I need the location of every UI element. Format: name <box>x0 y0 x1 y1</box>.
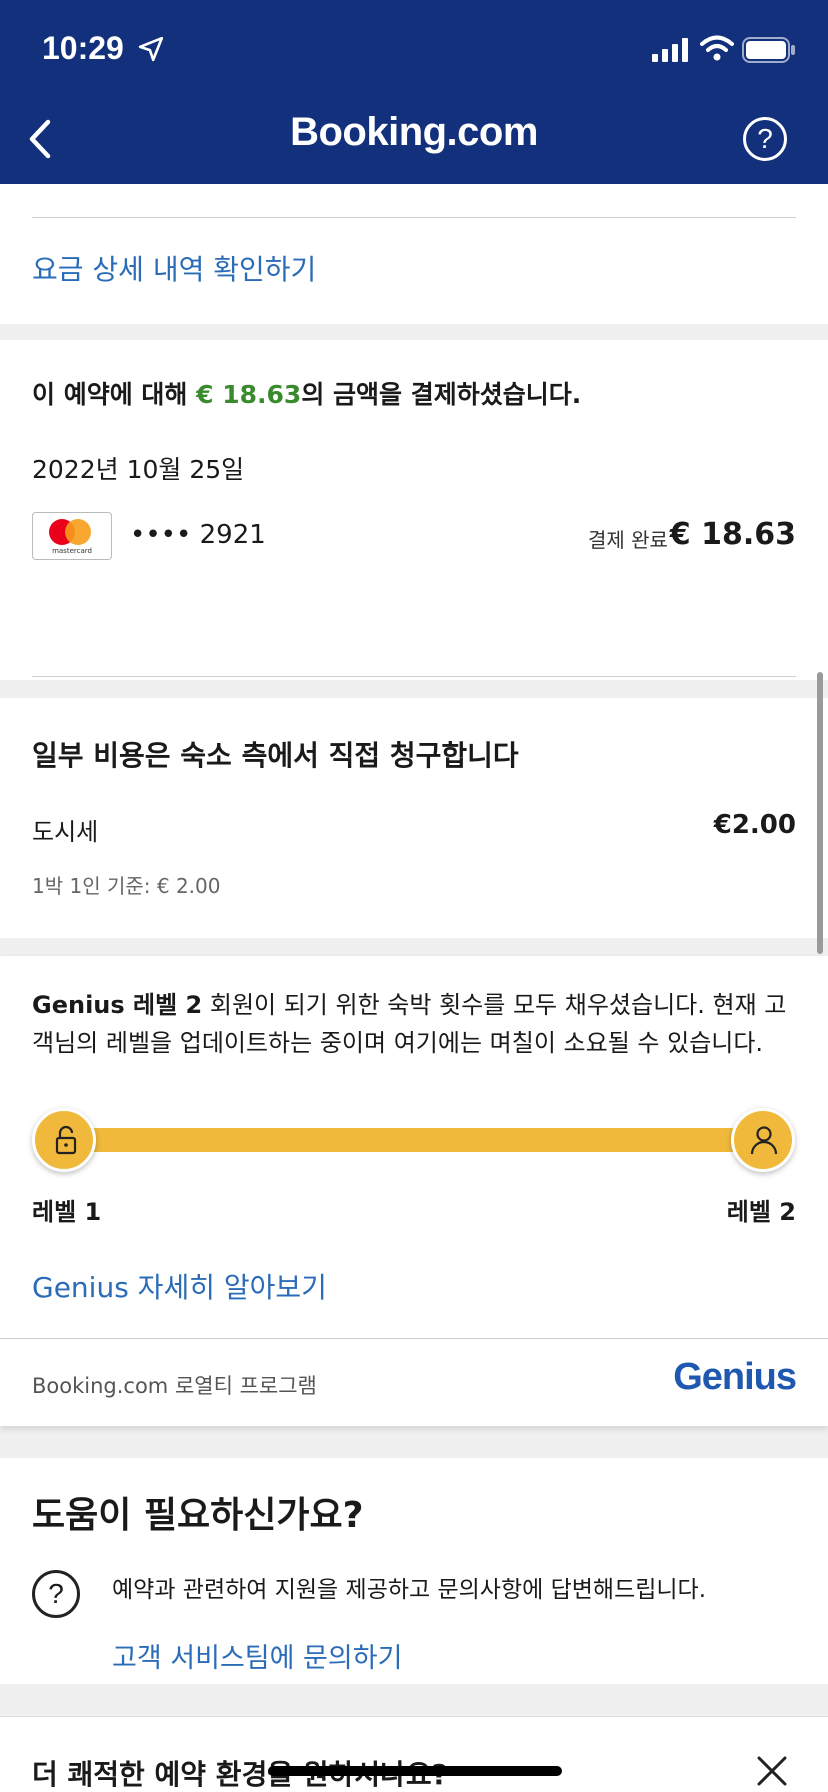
price-details-section: 요금 상세 내역 확인하기 <box>0 184 828 324</box>
location-arrow-icon <box>138 36 164 62</box>
battery-icon <box>742 37 795 63</box>
genius-section: Genius 레벨 2 회원이 되기 위한 숙박 횟수를 모두 채우셨습니다. … <box>0 956 828 1426</box>
paid-suffix: 의 금액을 결제하셨습니다. <box>301 380 582 409</box>
help-section: 도움이 필요하신가요? ? 예약과 관련하여 지원을 제공하고 문의사항에 답변… <box>0 1458 828 1684</box>
help-question-icon[interactable]: ? <box>743 117 787 161</box>
level-1-label: 레벨 1 <box>32 1198 102 1226</box>
level-2-label: 레벨 2 <box>726 1198 796 1226</box>
close-icon[interactable] <box>756 1755 788 1787</box>
genius-progress-bar <box>80 1128 760 1152</box>
paid-amount: € 18.63 <box>196 380 302 409</box>
cellular-signal-icon <box>652 38 688 62</box>
city-tax-basis: 1박 1인 기준: € 2.00 <box>32 874 221 898</box>
divider <box>32 676 796 677</box>
payment-date: 2022년 10월 25일 <box>32 455 245 484</box>
card-number: •••• 2921 <box>130 520 266 550</box>
help-text: 예약과 관련하여 지원을 제공하고 문의사항에 답변해드립니다. <box>112 1577 707 1603</box>
genius-level-name: Genius 레벨 2 <box>32 991 203 1019</box>
loyalty-program-label: Booking.com 로열티 프로그램 <box>32 1374 317 1398</box>
divider <box>0 1338 828 1339</box>
payment-amount: € 18.63 <box>669 517 796 552</box>
payment-summary: 이 예약에 대해 € 18.63의 금액을 결제하셨습니다. <box>32 375 581 411</box>
city-tax-label: 도시세 <box>32 818 99 846</box>
help-title: 도움이 필요하신가요? <box>32 1495 364 1536</box>
wifi-icon <box>700 35 734 61</box>
status-bar: 10:29 <box>0 0 828 100</box>
scrollbar[interactable] <box>817 672 823 954</box>
header-title: Booking.com <box>290 110 538 154</box>
question-circle-icon: ? <box>32 1570 80 1618</box>
mastercard-logo-icon: mastercard <box>32 512 112 560</box>
card-brand-label: mastercard <box>52 547 92 555</box>
payment-status: 결제 완료 <box>588 528 668 552</box>
promo-section: 더 쾌적한 예약 환경을 원하시나요? <box>0 1716 828 1792</box>
divider <box>32 217 796 218</box>
home-indicator[interactable] <box>268 1766 562 1776</box>
person-icon <box>731 1108 795 1172</box>
property-charges-section: 일부 비용은 숙소 측에서 직접 청구합니다 도시세 €2.00 1박 1인 기… <box>0 698 828 938</box>
city-tax-amount: €2.00 <box>713 810 796 840</box>
paid-prefix: 이 예약에 대해 <box>32 380 197 409</box>
payment-section: 이 예약에 대해 € 18.63의 금액을 결제하셨습니다. 2022년 10월… <box>0 340 828 680</box>
app-header: 10:29 Booking.com ? <box>0 0 828 184</box>
status-time: 10:29 <box>42 30 124 66</box>
contact-customer-service-link[interactable]: 고객 서비스팀에 문의하기 <box>112 1636 402 1675</box>
property-charges-title: 일부 비용은 숙소 측에서 직접 청구합니다 <box>32 739 519 772</box>
price-details-link[interactable]: 요금 상세 내역 확인하기 <box>32 248 316 288</box>
genius-learn-more-link[interactable]: Genius 자세히 알아보기 <box>32 1266 327 1306</box>
unlock-icon <box>32 1108 96 1172</box>
genius-description: Genius 레벨 2 회원이 되기 위한 숙박 횟수를 모두 채우셨습니다. … <box>32 986 802 1062</box>
genius-logo: Genius <box>673 1356 797 1398</box>
